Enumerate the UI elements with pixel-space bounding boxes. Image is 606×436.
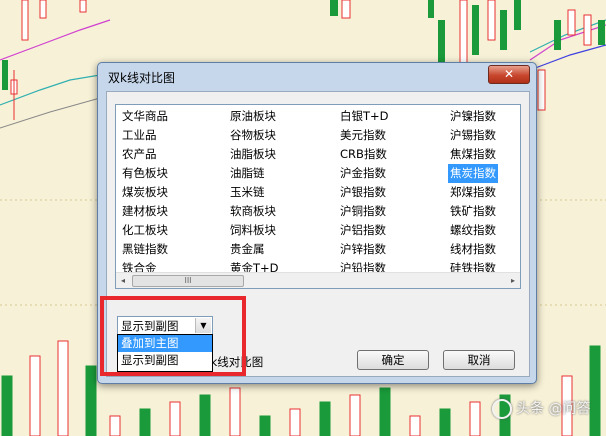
volume-bar: [109, 415, 121, 436]
volume-bar: [199, 394, 211, 436]
list-item[interactable]: 饲料板块: [228, 221, 281, 240]
volume-bar: [139, 408, 151, 436]
list-item[interactable]: 铁矿指数: [448, 202, 498, 221]
list-item[interactable]: 工业品: [120, 126, 170, 145]
dialog-title: 双k线对比图: [108, 71, 175, 85]
volume-bar: [169, 401, 181, 436]
list-item[interactable]: CRB指数: [338, 145, 391, 164]
scrollbar-thumb[interactable]: III: [132, 275, 244, 287]
candle-group-top: [330, 0, 434, 19]
scroll-right-icon[interactable]: ▸: [506, 273, 520, 288]
volume-bar: [229, 387, 241, 436]
watermark-text: 头条 @问答: [516, 401, 591, 417]
list-item[interactable]: 谷物板块: [228, 126, 281, 145]
list-item[interactable]: 油脂板块: [228, 145, 281, 164]
list-item[interactable]: 建材板块: [120, 202, 170, 221]
volume-bar: [85, 365, 97, 436]
list-item[interactable]: 文华商品: [120, 107, 170, 126]
horizontal-scrollbar[interactable]: ◂ III ▸: [116, 272, 520, 288]
volume-bar: [439, 408, 451, 436]
list-item[interactable]: 有色板块: [120, 164, 170, 183]
list-item[interactable]: 螺纹指数: [448, 221, 498, 240]
list-column-2: 原油板块 谷物板块 油脂板块 油脂链 玉米链 软商板块 饲料板块 贵金属 黄金T+D: [228, 107, 281, 278]
list-item[interactable]: 贵金属: [228, 240, 281, 259]
list-item[interactable]: 煤炭板块: [120, 183, 170, 202]
close-button[interactable]: ✕: [488, 65, 530, 84]
list-item[interactable]: 玉米链: [228, 183, 281, 202]
volume-bar: [1, 375, 13, 436]
list-item[interactable]: 黑链指数: [120, 240, 170, 259]
volume-bar: [589, 345, 601, 436]
list-item[interactable]: 美元指数: [338, 126, 391, 145]
ok-button[interactable]: 确定: [357, 350, 429, 370]
list-item[interactable]: 焦煤指数: [448, 145, 498, 164]
list-item[interactable]: 油脂链: [228, 164, 281, 183]
list-item[interactable]: 农产品: [120, 145, 170, 164]
volume-bar: [349, 394, 361, 436]
volume-bar: [469, 401, 481, 436]
volume-bar: [289, 408, 301, 436]
dialog-titlebar[interactable]: 双k线对比图 ✕: [98, 63, 536, 87]
volume-bar: [379, 387, 391, 436]
list-item[interactable]: 沪锌指数: [338, 240, 391, 259]
list-item[interactable]: 沪镍指数: [448, 107, 498, 126]
volume-bar: [57, 340, 69, 436]
list-item[interactable]: 沪金指数: [338, 164, 391, 183]
list-item[interactable]: 线材指数: [448, 240, 498, 259]
list-item[interactable]: 沪铜指数: [338, 202, 391, 221]
annotation-highlight-box: [100, 296, 246, 376]
watermark: 头条 @问答: [492, 398, 590, 419]
list-item[interactable]: 沪银指数: [338, 183, 391, 202]
volume-bar: [319, 401, 331, 436]
list-item[interactable]: 郑煤指数: [448, 183, 498, 202]
scroll-left-icon[interactable]: ◂: [116, 273, 130, 288]
close-icon: ✕: [503, 67, 515, 81]
list-item[interactable]: 沪锡指数: [448, 126, 498, 145]
watermark-logo-icon: [492, 399, 512, 419]
index-listbox[interactable]: 文华商品 工业品 农产品 有色板块 煤炭板块 建材板块 化工板块 黑链指数 铁合金 原油板块 谷物板…: [115, 104, 521, 289]
list-item[interactable]: 原油板块: [228, 107, 281, 126]
list-column-4: 沪镍指数 沪锡指数 焦煤指数 焦炭指数 郑煤指数 铁矿指数 螺纹指数 线材指数 硅铁指数: [448, 107, 498, 278]
list-item[interactable]: 焦炭指数: [448, 164, 498, 183]
list-item[interactable]: 白银T+D: [338, 107, 391, 126]
list-column-1: 文华商品 工业品 农产品 有色板块 煤炭板块 建材板块 化工板块 黑链指数 铁合金: [120, 107, 170, 278]
list-item[interactable]: 软商板块: [228, 202, 281, 221]
cancel-button[interactable]: 取消: [443, 350, 515, 370]
volume-bar: [259, 415, 271, 436]
list-item[interactable]: 化工板块: [120, 221, 170, 240]
volume-bar: [29, 355, 41, 436]
list-column-3: 白银T+D 美元指数 CRB指数 沪金指数 沪银指数 沪铜指数 沪铝指数 沪锌指数 沪铅指数: [338, 107, 391, 278]
candle-group-left: [2, 0, 87, 120]
volume-bar: [409, 415, 421, 436]
list-item[interactable]: 沪铝指数: [338, 221, 391, 240]
